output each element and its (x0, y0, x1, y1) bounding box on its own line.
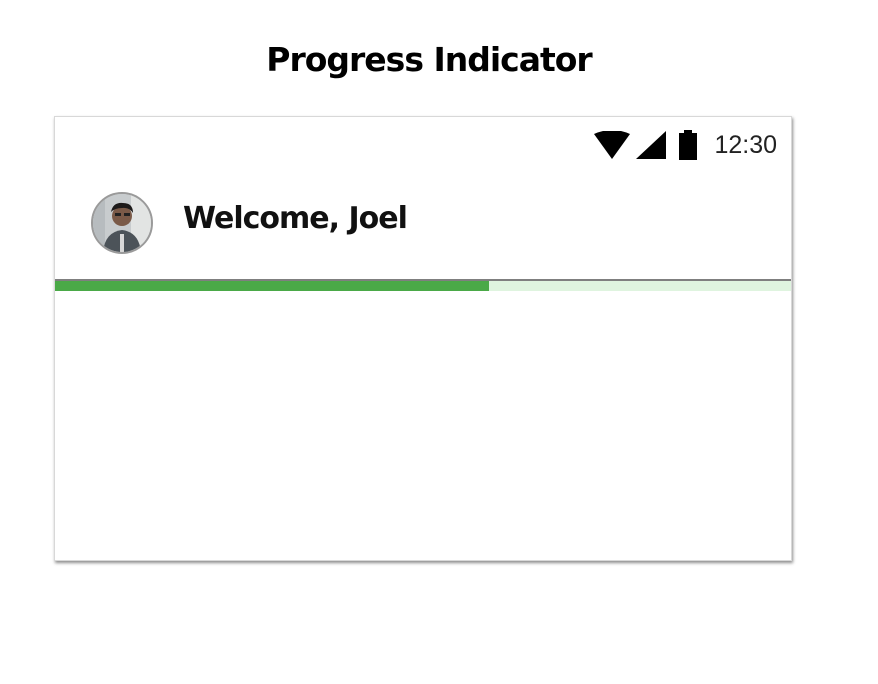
app-header: Welcome, Joel (55, 169, 791, 279)
phone-screen: 12:30 Welcome, Joel (54, 116, 792, 561)
status-time: 12:30 (714, 130, 777, 159)
user-avatar-icon (93, 194, 151, 252)
welcome-message: Welcome, Joel (183, 201, 408, 236)
battery-icon (679, 130, 698, 160)
progress-indicator (55, 281, 791, 291)
cell-signal-icon (636, 131, 667, 159)
avatar[interactable] (91, 192, 153, 254)
status-icons: 12:30 (594, 129, 777, 161)
page-title: Progress Indicator (266, 40, 592, 79)
status-bar: 12:30 (531, 117, 791, 169)
wifi-icon (594, 131, 631, 159)
progress-fill (55, 281, 490, 291)
